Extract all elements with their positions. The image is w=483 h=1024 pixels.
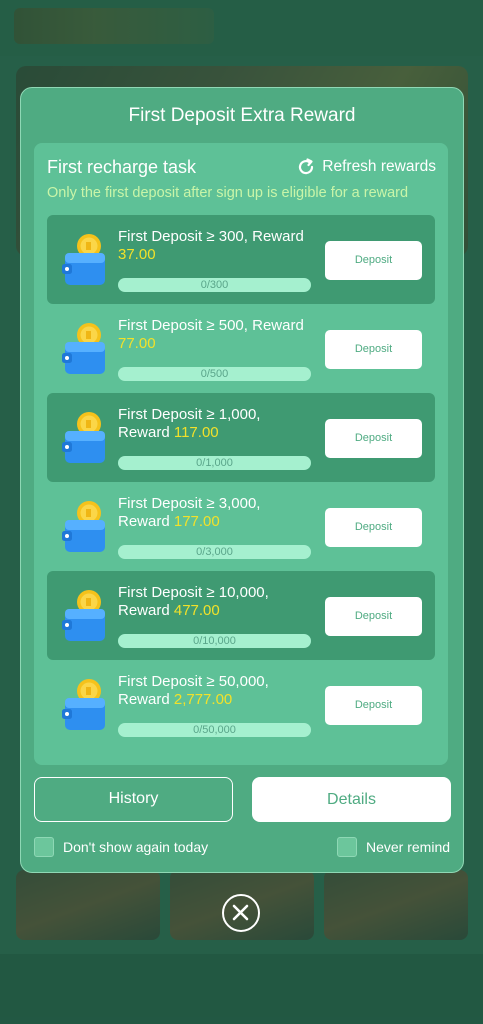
task-row: First Deposit ≥ 50,000, Reward 2,777.00 … <box>47 660 435 749</box>
task-description: First Deposit ≥ 3,000, Reward 177.00 <box>118 495 318 531</box>
dont-show-today-option[interactable]: Don't show again today <box>34 837 208 857</box>
task-line1: First Deposit ≥ 50,000, <box>118 673 269 690</box>
dont-show-today-checkbox[interactable] <box>34 837 54 857</box>
wallet-coin-icon <box>62 322 108 376</box>
progress-label: 0/50,000 <box>193 724 236 736</box>
task-line1: First Deposit ≥ 500, Reward <box>118 317 304 334</box>
progress-label: 0/1,000 <box>196 457 233 469</box>
close-icon <box>232 904 249 921</box>
deposit-progress-bar: 0/1,000 <box>118 456 311 470</box>
task-row: First Deposit ≥ 500, Reward 77.00 0/500 … <box>47 304 435 393</box>
reward-amount: 117.00 <box>173 424 219 441</box>
deposit-button[interactable]: Deposit <box>325 419 422 458</box>
reward-amount: 77.00 <box>118 335 156 352</box>
deposit-button[interactable]: Deposit <box>325 508 422 547</box>
task-line1: First Deposit ≥ 10,000, <box>118 584 269 601</box>
task-description: First Deposit ≥ 300, Reward 37.00 <box>118 228 318 264</box>
task-line2-prefix: Reward <box>118 602 174 619</box>
progress-label: 0/500 <box>200 368 229 380</box>
deposit-button[interactable]: Deposit <box>325 330 422 369</box>
task-row: First Deposit ≥ 1,000, Reward 117.00 0/1… <box>47 393 435 482</box>
deposit-button[interactable]: Deposit <box>325 597 422 636</box>
task-line2: Reward 2,777.00 <box>118 691 318 709</box>
task-description: First Deposit ≥ 50,000, Reward 2,777.00 <box>118 673 318 709</box>
task-line1: First Deposit ≥ 1,000, <box>118 406 261 423</box>
task-panel: First recharge task Refresh rewards Only… <box>34 143 448 765</box>
never-remind-checkbox[interactable] <box>337 837 357 857</box>
task-line2-prefix: Reward <box>118 513 174 530</box>
reward-amount: 37.00 <box>118 246 156 263</box>
task-line1: First Deposit ≥ 3,000, <box>118 495 261 512</box>
task-line2: 37.00 <box>118 246 318 264</box>
task-row: First Deposit ≥ 10,000, Reward 477.00 0/… <box>47 571 435 660</box>
task-row: First Deposit ≥ 3,000, Reward 177.00 0/3… <box>47 482 435 571</box>
reward-amount: 2,777.00 <box>173 691 233 708</box>
wallet-coin-icon <box>62 589 108 643</box>
deposit-button[interactable]: Deposit <box>325 241 422 280</box>
close-modal-button[interactable] <box>222 894 260 932</box>
task-description: First Deposit ≥ 1,000, Reward 117.00 <box>118 406 318 442</box>
task-line2: Reward 117.00 <box>118 424 318 442</box>
deposit-button[interactable]: Deposit <box>325 686 422 725</box>
task-description: First Deposit ≥ 10,000, Reward 477.00 <box>118 584 318 620</box>
refresh-rewards-button[interactable]: Refresh rewards <box>296 157 436 177</box>
wallet-coin-icon <box>62 500 108 554</box>
deposit-progress-bar: 0/10,000 <box>118 634 311 648</box>
task-list: First Deposit ≥ 300, Reward 37.00 0/300 … <box>47 215 435 749</box>
task-description: First Deposit ≥ 500, Reward 77.00 <box>118 317 318 353</box>
deposit-progress-bar: 0/3,000 <box>118 545 311 559</box>
never-remind-option[interactable]: Never remind <box>337 837 450 857</box>
progress-label: 0/10,000 <box>193 635 236 647</box>
task-line2-prefix: Reward <box>118 691 174 708</box>
reward-amount: 477.00 <box>173 602 220 619</box>
reward-amount: 177.00 <box>173 513 220 530</box>
refresh-rewards-label: Refresh rewards <box>322 158 436 175</box>
eligibility-note: Only the first deposit after sign up is … <box>47 185 409 201</box>
task-line1: First Deposit ≥ 300, Reward <box>118 228 304 245</box>
refresh-icon <box>299 158 314 175</box>
wallet-coin-icon <box>62 411 108 465</box>
task-line2: 77.00 <box>118 335 318 353</box>
deposit-progress-bar: 0/300 <box>118 278 311 292</box>
task-line2-prefix: Reward <box>118 424 174 441</box>
first-deposit-modal: First Deposit Extra Reward First recharg… <box>20 87 464 873</box>
details-button[interactable]: Details <box>252 777 451 822</box>
task-line2: Reward 477.00 <box>118 602 318 620</box>
wallet-coin-icon <box>62 678 108 732</box>
dont-show-today-label: Don't show again today <box>63 839 209 855</box>
history-button[interactable]: History <box>34 777 233 822</box>
deposit-progress-bar: 0/500 <box>118 367 311 381</box>
progress-label: 0/3,000 <box>196 546 233 558</box>
task-line2: Reward 177.00 <box>118 513 318 531</box>
task-row: First Deposit ≥ 300, Reward 37.00 0/300 … <box>47 215 435 304</box>
progress-label: 0/300 <box>200 279 229 291</box>
wallet-coin-icon <box>62 233 108 287</box>
task-heading: First recharge task <box>47 157 197 177</box>
modal-title: First Deposit Extra Reward <box>128 105 356 126</box>
deposit-progress-bar: 0/50,000 <box>118 723 311 737</box>
never-remind-label: Never remind <box>366 839 451 855</box>
